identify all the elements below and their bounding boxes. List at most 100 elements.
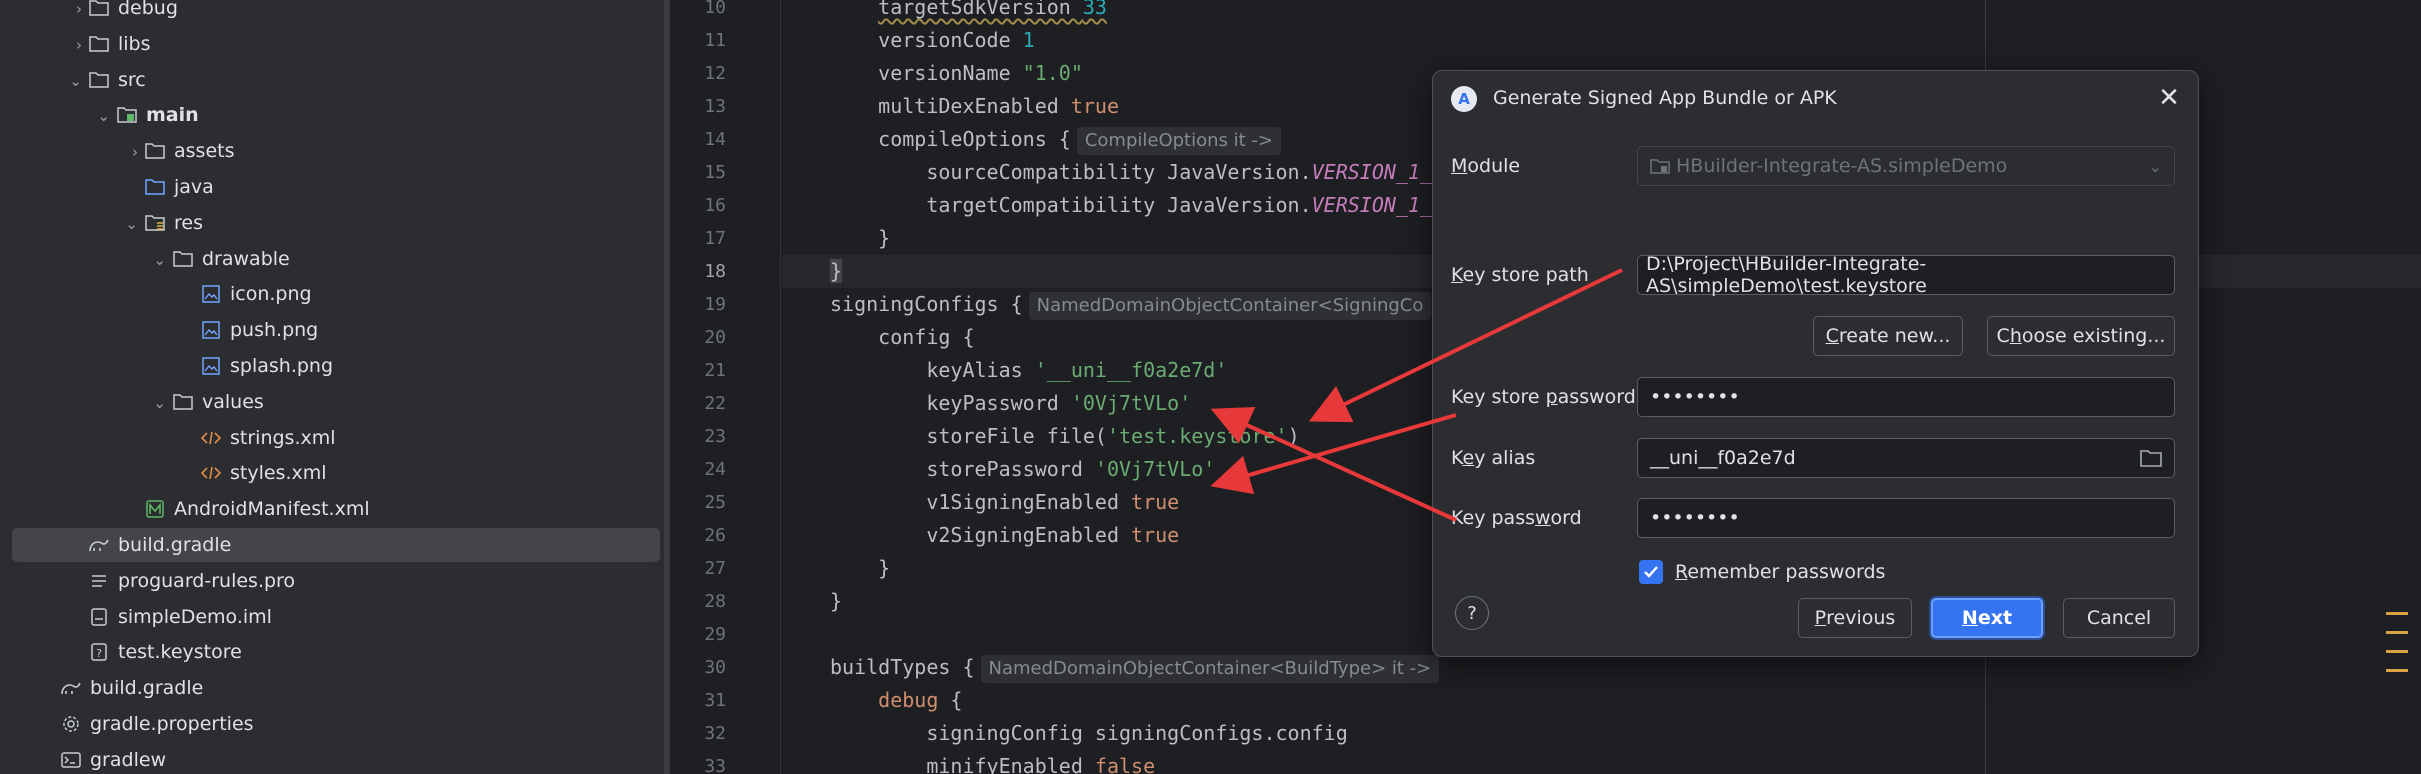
terminal-file-icon bbox=[60, 749, 82, 771]
help-button[interactable]: ? bbox=[1455, 596, 1489, 630]
line-number: 31 bbox=[704, 690, 726, 711]
key-password-input[interactable]: •••••••• bbox=[1637, 498, 2175, 538]
remember-passwords-label[interactable]: Remember passwords bbox=[1675, 561, 1885, 583]
code-line[interactable]: } bbox=[830, 222, 890, 255]
code-line[interactable]: minifyEnabled false bbox=[830, 750, 1155, 774]
next-button[interactable]: Next bbox=[1931, 598, 2043, 638]
warning-mark[interactable] bbox=[2386, 669, 2408, 672]
tree-item[interactable]: gradle.properties bbox=[0, 707, 668, 741]
tree-item-label: test.keystore bbox=[118, 641, 242, 664]
code-line[interactable]: v2SigningEnabled true bbox=[830, 519, 1179, 552]
key-store-path-input[interactable]: D:\Project\HBuilder-Integrate-AS\simpleD… bbox=[1637, 253, 2175, 297]
tree-item[interactable]: › debug bbox=[0, 0, 668, 25]
tree-item[interactable]: build.gradle bbox=[0, 528, 668, 562]
warning-mark[interactable] bbox=[2386, 631, 2408, 634]
dialog-title: Generate Signed App Bundle or APK bbox=[1493, 87, 1837, 109]
panel-divider[interactable] bbox=[670, 0, 678, 774]
code-line[interactable]: targetSdkVersion 33 bbox=[830, 0, 1107, 24]
code-line[interactable]: } bbox=[830, 585, 842, 618]
tree-item[interactable]: ⌄ main bbox=[0, 98, 668, 132]
previous-button[interactable]: Previous bbox=[1798, 598, 1912, 638]
tree-item-label: debug bbox=[118, 0, 178, 19]
key-alias-label: Key alias bbox=[1451, 447, 1536, 469]
code-line[interactable]: buildTypes {NamedDomainObjectContainer<B… bbox=[830, 651, 1440, 684]
image-file-icon bbox=[200, 283, 222, 305]
folder-icon bbox=[172, 248, 194, 270]
tree-item[interactable]: ⌄ res bbox=[0, 206, 668, 240]
browse-folder-icon[interactable] bbox=[2140, 448, 2162, 468]
tree-item-label: proguard-rules.pro bbox=[118, 569, 296, 592]
tree-item[interactable]: › assets bbox=[0, 134, 668, 168]
tree-item[interactable]: icon.png bbox=[0, 277, 668, 311]
line-number: 10 bbox=[704, 0, 726, 18]
code-line[interactable]: versionCode 1 bbox=[830, 24, 1035, 57]
chevron-down-icon[interactable]: ⌄ bbox=[69, 72, 82, 90]
key-store-password-input[interactable]: •••••••• bbox=[1637, 377, 2175, 417]
close-icon[interactable]: ✕ bbox=[2154, 83, 2184, 113]
module-folder-icon bbox=[1650, 157, 1670, 175]
remember-passwords-checkbox[interactable] bbox=[1639, 560, 1663, 584]
tree-item[interactable]: ? test.keystore bbox=[0, 635, 668, 669]
gradle-file-icon bbox=[60, 677, 82, 699]
code-line[interactable]: } bbox=[830, 255, 843, 288]
line-number-gutter: 10 11 12 13 14 15 16 17 18 19 20 21 22 23 24 25 26 27 28 29… bbox=[678, 0, 782, 774]
tree-item[interactable]: java bbox=[0, 170, 668, 204]
tree-item[interactable]: strings.xml bbox=[0, 421, 668, 455]
create-new-button[interactable]: Create new... bbox=[1813, 316, 1963, 356]
code-line[interactable]: compileOptions {CompileOptions it -> bbox=[830, 123, 1281, 156]
module-label: Module bbox=[1451, 155, 1521, 177]
res-folder-icon bbox=[144, 212, 166, 234]
line-number: 32 bbox=[704, 723, 726, 744]
tree-item[interactable]: gradlew bbox=[0, 743, 668, 774]
tree-item[interactable]: › libs bbox=[0, 27, 668, 61]
code-line[interactable]: v1SigningEnabled true bbox=[830, 486, 1179, 519]
key-password-label: Key password bbox=[1451, 507, 1582, 529]
code-line[interactable]: sourceCompatibility JavaVersion.VERSION_… bbox=[830, 156, 1432, 189]
warning-mark[interactable] bbox=[2386, 612, 2408, 615]
chevron-down-icon[interactable]: ⌄ bbox=[153, 251, 166, 269]
chevron-down-icon[interactable]: ⌄ bbox=[125, 215, 138, 233]
chevron-right-icon[interactable]: › bbox=[132, 143, 138, 161]
code-line[interactable]: storePassword '0Vj7tVLo' bbox=[830, 453, 1215, 486]
tree-item[interactable]: proguard-rules.pro bbox=[0, 564, 668, 598]
cancel-button[interactable]: Cancel bbox=[2063, 598, 2175, 638]
tree-item[interactable]: AndroidManifest.xml bbox=[0, 492, 668, 526]
tree-item-label: assets bbox=[174, 140, 235, 163]
code-line[interactable]: signingConfig signingConfigs.config bbox=[830, 717, 1347, 750]
folder-icon bbox=[88, 33, 110, 55]
line-number: 14 bbox=[704, 129, 726, 150]
tree-item[interactable]: splash.png bbox=[0, 349, 668, 383]
code-line[interactable]: multiDexEnabled true bbox=[830, 90, 1119, 123]
chevron-down-icon: ⌄ bbox=[2148, 156, 2162, 176]
line-number: 16 bbox=[704, 195, 726, 216]
tree-item[interactable]: ⌄ drawable bbox=[0, 242, 668, 276]
key-alias-input[interactable]: __uni__f0a2e7d bbox=[1637, 438, 2175, 478]
code-line[interactable]: storeFile file('test.keystore') bbox=[830, 420, 1299, 453]
line-number: 12 bbox=[704, 63, 726, 84]
line-number: 21 bbox=[704, 360, 726, 381]
code-line[interactable]: } bbox=[830, 552, 890, 585]
chevron-right-icon[interactable]: › bbox=[76, 36, 82, 54]
code-line[interactable]: keyAlias '__uni__f0a2e7d' bbox=[830, 354, 1227, 387]
code-line[interactable]: debug { bbox=[830, 684, 962, 717]
tree-item[interactable]: simpleDemo.iml bbox=[0, 600, 668, 634]
choose-existing-button[interactable]: Ch oose existing... bbox=[1987, 316, 2175, 356]
tree-item-label: libs bbox=[118, 32, 151, 55]
tree-item[interactable]: ⌄ values bbox=[0, 385, 668, 419]
chevron-down-icon[interactable]: ⌄ bbox=[153, 394, 166, 412]
chevron-down-icon[interactable]: ⌄ bbox=[97, 107, 110, 125]
tree-item[interactable]: ⌄ src bbox=[0, 63, 668, 97]
code-line[interactable]: versionName "1.0" bbox=[830, 57, 1083, 90]
line-number: 27 bbox=[704, 558, 726, 579]
tree-item[interactable]: styles.xml bbox=[0, 456, 668, 490]
project-tree-panel: › debug › libs ⌄ src ⌄ main › assets java ⌄ res ⌄ draw… bbox=[0, 0, 668, 774]
image-file-icon bbox=[200, 355, 222, 377]
code-line[interactable]: config { bbox=[830, 321, 974, 354]
code-line[interactable]: keyPassword '0Vj7tVLo' bbox=[830, 387, 1191, 420]
code-line[interactable]: targetCompatibility JavaVersion.VERSION_… bbox=[830, 189, 1432, 222]
warning-mark[interactable] bbox=[2386, 650, 2408, 653]
code-line[interactable]: signingConfigs {NamedDomainObjectContain… bbox=[830, 288, 1432, 321]
chevron-right-icon[interactable]: › bbox=[76, 0, 82, 18]
tree-item[interactable]: build.gradle bbox=[0, 671, 668, 705]
tree-item[interactable]: push.png bbox=[0, 313, 668, 347]
